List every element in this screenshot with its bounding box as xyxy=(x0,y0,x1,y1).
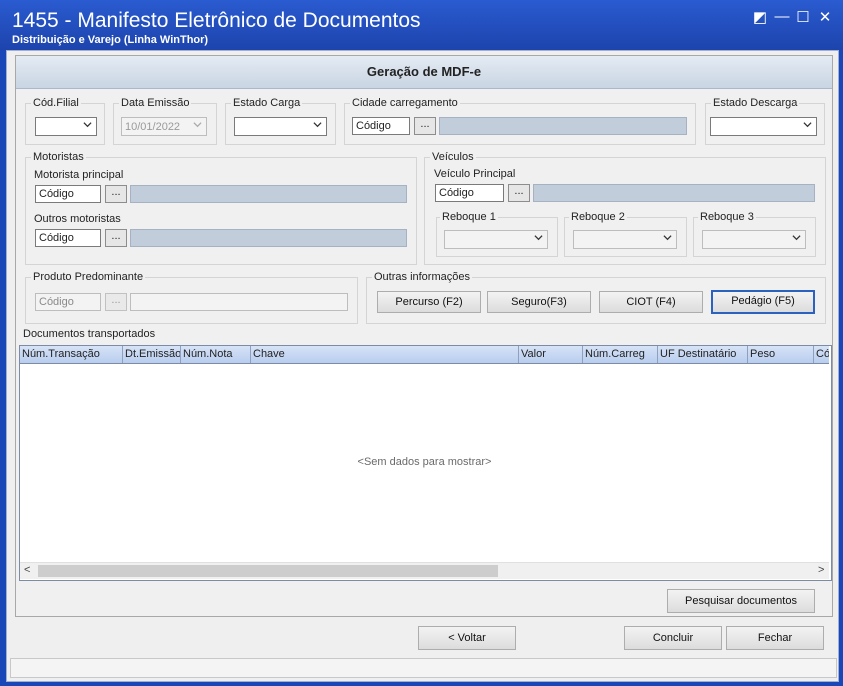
cidade-search-button[interactable]: ... xyxy=(414,117,436,135)
outros-motoristas-descricao xyxy=(130,229,407,247)
client-area: Geração de MDF-e Cód.Filial Data Emissão… xyxy=(6,50,839,682)
chevron-down-icon xyxy=(534,235,543,241)
column-header[interactable]: UF Destinatário xyxy=(658,346,748,363)
motorista-principal-label: Motorista principal xyxy=(34,169,124,181)
column-header[interactable]: Peso xyxy=(748,346,814,363)
cidade-descricao xyxy=(439,117,687,135)
pedagio-button[interactable]: Pedágio (F5) xyxy=(711,290,815,314)
app-window: 1455 - Manifesto Eletrônico de Documento… xyxy=(0,0,843,686)
cod-filial-label: Cód.Filial xyxy=(31,97,81,109)
veiculos-label: Veículos xyxy=(430,151,476,163)
outros-motoristas-search-button[interactable]: ... xyxy=(105,229,127,247)
reboque2-label: Reboque 2 xyxy=(569,211,627,223)
chevron-down-icon xyxy=(313,122,322,128)
outras-informacoes-label: Outras informações xyxy=(372,271,472,283)
horizontal-scrollbar[interactable]: < > xyxy=(20,562,829,579)
column-header[interactable]: Valor xyxy=(519,346,583,363)
scroll-right-icon[interactable]: > xyxy=(818,564,824,576)
window-subtitle: Distribuição e Varejo (Linha WinThor) xyxy=(12,34,209,46)
concluir-button[interactable]: Concluir xyxy=(624,626,722,650)
percurso-button[interactable]: Percurso (F2) xyxy=(377,291,481,313)
data-emissao-picker: 10/01/2022 xyxy=(121,117,207,136)
status-bar xyxy=(10,658,837,678)
reboque3-label: Reboque 3 xyxy=(698,211,756,223)
column-header[interactable]: Núm.Transação xyxy=(20,346,123,363)
cidade-carregamento-label: Cidade carregamento xyxy=(350,97,460,109)
chevron-down-icon xyxy=(792,235,801,241)
reboque1-select[interactable] xyxy=(444,230,548,249)
estado-descarga-select[interactable] xyxy=(710,117,817,136)
estado-carga-select[interactable] xyxy=(234,117,327,136)
ciot-button[interactable]: CIOT (F4) xyxy=(599,291,703,313)
chevron-down-icon xyxy=(83,122,92,128)
maximize-icon[interactable]: ☐ xyxy=(793,8,813,26)
restore-icon[interactable]: ◩ xyxy=(750,8,770,26)
estado-descarga-label: Estado Descarga xyxy=(711,97,800,109)
scroll-thumb[interactable] xyxy=(38,565,498,577)
produto-search-button: ... xyxy=(105,293,127,311)
motorista-principal-input[interactable]: Código xyxy=(35,185,101,203)
produto-codigo-input: Código xyxy=(35,293,101,311)
column-header[interactable]: Núm.Nota xyxy=(181,346,251,363)
fechar-button[interactable]: Fechar xyxy=(726,626,824,650)
cod-filial-select[interactable] xyxy=(35,117,97,136)
minimize-icon[interactable]: — xyxy=(772,8,792,25)
pesquisar-documentos-button[interactable]: Pesquisar documentos xyxy=(667,589,815,613)
data-emissao-label: Data Emissão xyxy=(119,97,192,109)
reboque2-select[interactable] xyxy=(573,230,677,249)
veiculo-principal-label: Veículo Principal xyxy=(434,168,516,180)
panel-header: Geração de MDF-e xyxy=(16,56,832,89)
page-title: Geração de MDF-e xyxy=(366,64,482,79)
window-title: 1455 - Manifesto Eletrônico de Documento… xyxy=(12,9,421,32)
documentos-grid[interactable]: Núm.Transação Dt.Emissão Núm.Nota Chave … xyxy=(19,345,832,581)
column-header[interactable]: Chave xyxy=(251,346,519,363)
chevron-down-icon xyxy=(663,235,672,241)
voltar-button[interactable]: < Voltar xyxy=(418,626,516,650)
reboque3-select[interactable] xyxy=(702,230,806,249)
veiculo-principal-descricao xyxy=(533,184,815,202)
motoristas-label: Motoristas xyxy=(31,151,86,163)
scroll-left-icon[interactable]: < xyxy=(24,564,30,576)
reboque1-label: Reboque 1 xyxy=(440,211,498,223)
title-bar: 1455 - Manifesto Eletrônico de Documento… xyxy=(0,0,843,50)
chevron-down-icon xyxy=(193,122,202,128)
mdfe-panel: Geração de MDF-e Cód.Filial Data Emissão… xyxy=(15,55,833,617)
data-emissao-value: 10/01/2022 xyxy=(125,121,181,133)
seguro-button[interactable]: Seguro(F3) xyxy=(487,291,591,313)
cidade-codigo-input[interactable]: Código xyxy=(352,117,410,135)
column-header[interactable]: Dt.Emissão xyxy=(123,346,181,363)
outros-motoristas-label: Outros motoristas xyxy=(34,213,121,225)
veiculo-principal-search-button[interactable]: ... xyxy=(508,184,530,202)
column-header[interactable]: Có xyxy=(814,346,829,363)
veiculo-principal-input[interactable]: Código xyxy=(435,184,504,202)
close-icon[interactable]: ✕ xyxy=(815,8,835,26)
produto-descricao xyxy=(130,293,348,311)
motorista-principal-search-button[interactable]: ... xyxy=(105,185,127,203)
estado-carga-label: Estado Carga xyxy=(231,97,303,109)
chevron-down-icon xyxy=(803,122,812,128)
outros-motoristas-input[interactable]: Código xyxy=(35,229,101,247)
documentos-label: Documentos transportados xyxy=(23,328,156,340)
column-header[interactable]: Núm.Carreg xyxy=(583,346,658,363)
motorista-principal-descricao xyxy=(130,185,407,203)
produto-label: Produto Predominante xyxy=(31,271,146,283)
grid-header: Núm.Transação Dt.Emissão Núm.Nota Chave … xyxy=(20,346,829,364)
empty-message: <Sem dados para mostrar> xyxy=(357,456,492,468)
